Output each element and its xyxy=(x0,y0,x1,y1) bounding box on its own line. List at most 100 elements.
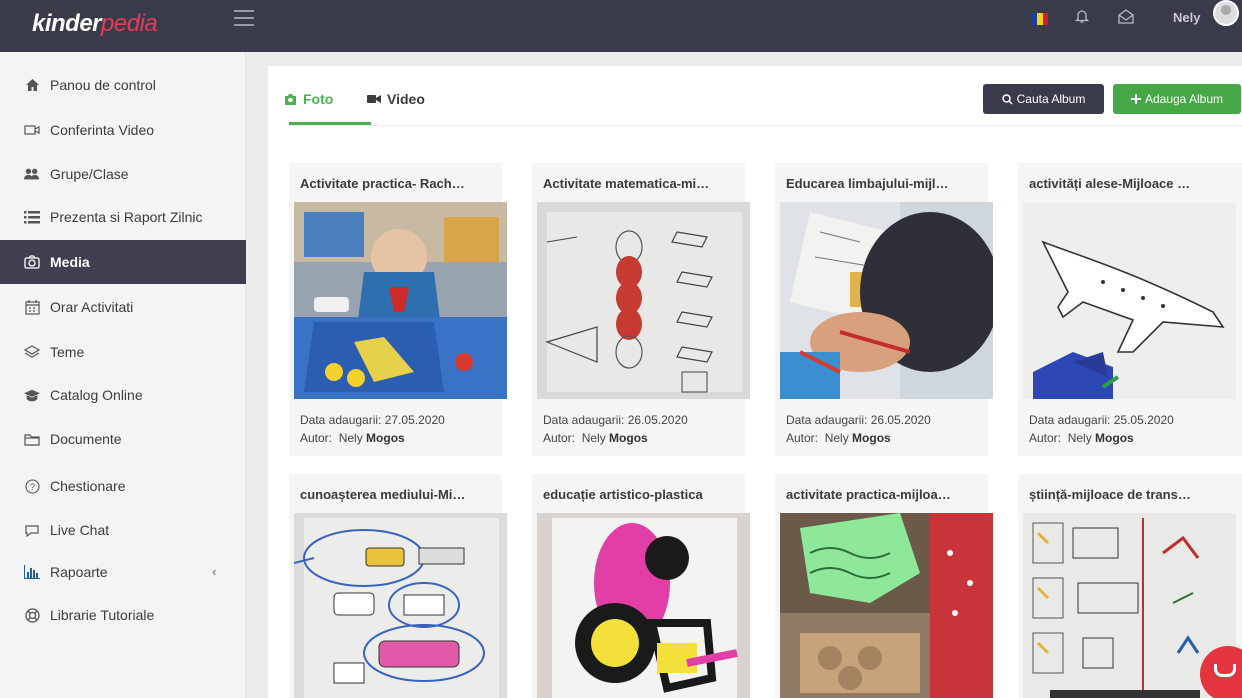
sidebar-item-label: Grupe/Clase xyxy=(50,166,129,182)
album-card[interactable]: Activitate matematica-mi… Data adaugarii… xyxy=(532,163,750,456)
album-thumbnail[interactable] xyxy=(780,202,993,399)
top-bar: kinderpedia Nely xyxy=(0,0,1242,52)
album-title[interactable]: activitate practica-mijloa… xyxy=(786,487,978,502)
folder-icon xyxy=(24,431,40,447)
camera-icon xyxy=(284,93,297,105)
svg-text:?: ? xyxy=(29,482,34,492)
hamburger-menu-icon[interactable] xyxy=(234,10,254,26)
album-title[interactable]: cunoașterea mediului-Mi… xyxy=(300,487,492,502)
sidebar-item-panou-de-control[interactable]: Panou de control xyxy=(0,63,246,107)
user-avatar[interactable] xyxy=(1213,0,1239,26)
sidebar-item-label: Rapoarte xyxy=(50,564,108,580)
sidebar-item-live-chat[interactable]: Live Chat xyxy=(0,508,246,552)
search-icon xyxy=(1001,93,1013,105)
app-logo[interactable]: kinderpedia xyxy=(32,10,158,38)
group-icon xyxy=(24,166,40,182)
album-meta: Data adaugarii: 26.05.2020 Autor: Nely M… xyxy=(786,411,931,447)
chat-icon xyxy=(24,522,40,538)
sidebar-item-grupe-clase[interactable]: Grupe/Clase xyxy=(0,152,246,196)
bar-chart-icon xyxy=(24,564,40,580)
album-card[interactable]: Educarea limbajului-mijl… Data adaugarii… xyxy=(775,163,993,456)
tab-label: Foto xyxy=(303,91,334,107)
album-thumbnail[interactable] xyxy=(1023,202,1236,399)
graduation-cap-icon xyxy=(24,387,40,403)
bell-icon[interactable] xyxy=(1074,8,1090,24)
question-circle-icon: ? xyxy=(24,478,40,494)
album-card[interactable]: activități alese-Mijloace … Data adaugar… xyxy=(1018,163,1242,456)
album-thumbnail[interactable] xyxy=(294,513,507,698)
album-card[interactable]: Activitate practica- Rach… Data adaugari… xyxy=(289,163,507,456)
author-first-name: Nely xyxy=(338,431,363,445)
sidebar-item-label: Conferinta Video xyxy=(50,122,155,138)
album-meta: Data adaugarii: 25.05.2020 Autor: Nely M… xyxy=(1029,411,1174,447)
sidebar-item-rapoarte[interactable]: Rapoarte ‹ xyxy=(0,550,246,594)
romania-flag-icon[interactable] xyxy=(1032,13,1048,25)
author-first-name: Nely xyxy=(824,431,849,445)
album-meta: Data adaugarii: 27.05.2020 Autor: Nely M… xyxy=(300,411,445,447)
album-title[interactable]: Activitate practica- Rach… xyxy=(300,176,492,191)
author-last-name: Mogos xyxy=(1095,431,1134,445)
plus-icon xyxy=(1130,94,1141,104)
sidebar-item-label: Catalog Online xyxy=(50,387,143,403)
sidebar-item-media[interactable]: Media xyxy=(0,240,246,284)
sidebar-item-chestionare[interactable]: ? Chestionare xyxy=(0,464,246,508)
logo-text-kinder: kinder xyxy=(32,10,102,37)
add-album-button[interactable]: Adauga Album xyxy=(1113,84,1241,114)
layers-icon xyxy=(24,344,40,360)
sidebar-item-label: Librarie Tutoriale xyxy=(50,607,155,623)
sidebar-item-teme[interactable]: Teme xyxy=(0,330,246,374)
search-album-button[interactable]: Cauta Album xyxy=(983,84,1104,114)
sidebar: Panou de control Conferinta Video Grupe/… xyxy=(0,52,246,698)
date-label: Data adaugarii: xyxy=(1029,413,1111,427)
author-label: Autor: xyxy=(543,431,576,445)
author-label: Autor: xyxy=(1029,431,1062,445)
user-name[interactable]: Nely xyxy=(1173,10,1200,25)
sidebar-item-label: Prezenta si Raport Zilnic xyxy=(50,209,203,225)
bottom-strip xyxy=(1050,690,1200,698)
author-first-name: Nely xyxy=(1067,431,1092,445)
date-label: Data adaugarii: xyxy=(543,413,625,427)
sidebar-item-librarie-tutoriale[interactable]: Librarie Tutoriale xyxy=(0,593,246,637)
album-thumbnail[interactable] xyxy=(537,202,750,399)
video-icon xyxy=(367,94,381,104)
sidebar-item-documente[interactable]: Documente xyxy=(0,417,246,461)
sidebar-item-catalog-online[interactable]: Catalog Online xyxy=(0,373,246,417)
sidebar-item-conferinta-video[interactable]: Conferinta Video xyxy=(0,108,246,152)
tabs-divider xyxy=(289,125,1242,126)
sidebar-item-prezenta[interactable]: Prezenta si Raport Zilnic xyxy=(0,195,246,239)
envelope-open-icon[interactable] xyxy=(1117,8,1135,24)
sidebar-item-label: Media xyxy=(50,254,90,270)
add-album-label: Adauga Album xyxy=(1144,92,1224,106)
date-label: Data adaugarii: xyxy=(300,413,382,427)
video-camera-icon xyxy=(24,122,40,138)
album-thumbnail[interactable] xyxy=(294,202,507,399)
album-thumbnail[interactable] xyxy=(537,513,750,698)
album-title[interactable]: activități alese-Mijloace … xyxy=(1029,176,1221,191)
album-meta: Data adaugarii: 26.05.2020 Autor: Nely M… xyxy=(543,411,688,447)
tab-video[interactable]: Video xyxy=(367,91,425,107)
sidebar-item-label: Panou de control xyxy=(50,77,156,93)
album-title[interactable]: educație artistico-plastica xyxy=(543,487,735,502)
chevron-left-icon[interactable]: ‹ xyxy=(212,564,216,579)
date-label: Data adaugarii: xyxy=(786,413,868,427)
album-thumbnail[interactable] xyxy=(780,513,993,698)
sidebar-item-label: Chestionare xyxy=(50,478,126,494)
album-title[interactable]: Educarea limbajului-mijl… xyxy=(786,176,978,191)
album-date: 26.05.2020 xyxy=(627,413,688,427)
author-last-name: Mogos xyxy=(366,431,405,445)
album-date: 26.05.2020 xyxy=(870,413,931,427)
album-date: 27.05.2020 xyxy=(384,413,445,427)
sidebar-item-orar-activitati[interactable]: Orar Activitati xyxy=(0,285,246,329)
calendar-icon xyxy=(24,299,40,315)
album-title[interactable]: Activitate matematica-mi… xyxy=(543,176,735,191)
album-card[interactable]: activitate practica-mijloa… xyxy=(775,474,993,698)
logo-text-pedia: pedia xyxy=(101,10,158,37)
album-title[interactable]: știință-mijloace de trans… xyxy=(1029,487,1221,502)
tab-foto[interactable]: Foto xyxy=(284,91,333,107)
album-card[interactable]: cunoașterea mediului-Mi… xyxy=(289,474,507,698)
search-album-label: Cauta Album xyxy=(1016,92,1086,106)
album-card[interactable]: educație artistico-plastica xyxy=(532,474,750,698)
author-last-name: Mogos xyxy=(609,431,648,445)
sidebar-item-label: Documente xyxy=(50,431,122,447)
life-ring-icon xyxy=(24,607,40,623)
